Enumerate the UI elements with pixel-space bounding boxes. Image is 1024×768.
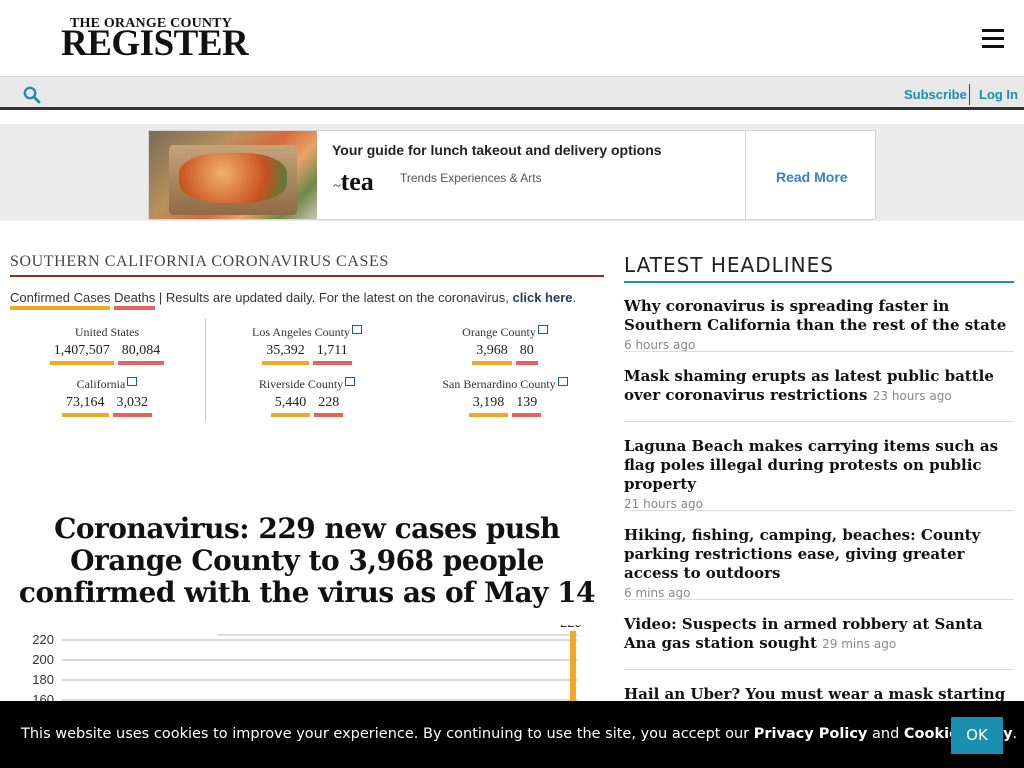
- chart-y-tick: 200: [32, 652, 54, 667]
- tea-logo-mark: ~: [333, 179, 341, 194]
- external-link-icon[interactable]: [352, 325, 362, 334]
- subscribe-link[interactable]: Subscribe: [904, 87, 967, 102]
- stat-united-states: United States 1,407,507 80,084: [7, 325, 207, 365]
- note-text: | Results are updated daily. For the lat…: [158, 290, 509, 305]
- headline-time: 6 mins ago: [624, 586, 691, 600]
- logo-big-text: REGISTER: [61, 23, 249, 64]
- masthead: THE ORANGE COUNTY REGISTER: [0, 0, 1024, 76]
- headline-text[interactable]: Why coronavirus is spreading faster in S…: [624, 297, 1006, 334]
- ad-subtitle: Trends Experiences & Arts: [400, 171, 542, 185]
- deaths-count: 228: [314, 395, 344, 417]
- headline-item[interactable]: Laguna Beach makes carrying items such a…: [624, 437, 1014, 514]
- stat-los-angeles-county: Los Angeles County 35,392 1,711: [207, 325, 407, 365]
- legend-confirmed: Confirmed Cases: [10, 290, 111, 310]
- deaths-count: 1,711: [312, 343, 352, 365]
- latest-headlines-title: LATEST HEADLINES: [624, 253, 834, 277]
- legend-deaths: Deaths: [114, 290, 156, 310]
- headline-text[interactable]: Video: Suspects in armed robbery at Sant…: [624, 615, 983, 652]
- stat-california: California 73,164 3,032: [7, 377, 207, 417]
- headline-item[interactable]: Mask shaming erupts as latest public bat…: [624, 367, 1014, 406]
- headline-separator: [624, 421, 1014, 422]
- corona-widget-note: Confirmed Cases Deaths | Results are upd…: [10, 290, 577, 310]
- stat-san-bernardino-county: San Bernardino County 3,198 139: [405, 377, 605, 417]
- corona-widget-rule: [10, 275, 604, 277]
- cookie-banner: This website uses cookies to improve you…: [0, 701, 1024, 768]
- corona-widget-title: SOUTHERN CALIFORNIA CORONAVIRUS CASES: [10, 253, 389, 270]
- headline-text[interactable]: Hiking, fishing, camping, beaches: Count…: [624, 526, 980, 582]
- confirmed-count: 3,198: [468, 395, 509, 417]
- ad-title[interactable]: Your guide for lunch takeout and deliver…: [332, 142, 662, 158]
- chart-y-tick: 180: [32, 672, 54, 687]
- privacy-policy-link[interactable]: Privacy Policy: [754, 726, 868, 742]
- region-name: San Bernardino County: [442, 377, 556, 391]
- confirmed-count: 1,407,507: [49, 343, 114, 365]
- cookie-message: This website uses cookies to improve you…: [21, 726, 750, 742]
- utility-bar: Subscribe Log In: [0, 76, 1024, 110]
- region-name: Orange County: [462, 325, 536, 339]
- chart-bar: [570, 631, 576, 705]
- cookie-period: .: [1012, 726, 1018, 742]
- region-name: Los Angeles County: [252, 325, 350, 339]
- headline-time: 29 mins ago: [822, 637, 897, 651]
- utility-divider: [969, 84, 970, 105]
- login-link[interactable]: Log In: [979, 87, 1018, 102]
- external-link-icon[interactable]: [537, 325, 548, 334]
- headline-item[interactable]: Why coronavirus is spreading faster in S…: [624, 297, 1014, 355]
- article-headline: Coronavirus: 229 new cases push Orange C…: [18, 512, 596, 609]
- stat-riverside-county: Riverside County 5,440 228: [207, 377, 407, 417]
- headline-item[interactable]: Video: Suspects in armed robbery at Sant…: [624, 615, 1014, 654]
- external-link-icon[interactable]: [557, 377, 568, 386]
- region-name: United States: [74, 325, 140, 339]
- external-link-icon[interactable]: [345, 377, 356, 386]
- headline-text[interactable]: Laguna Beach makes carrying items such a…: [624, 437, 998, 493]
- search-icon[interactable]: [23, 86, 41, 104]
- confirmed-count: 5,440: [270, 395, 311, 417]
- note-period: .: [572, 290, 577, 305]
- headline-time: 6 hours ago: [624, 338, 696, 352]
- tea-logo-text: tea: [340, 167, 374, 196]
- ad-band: Your guide for lunch takeout and deliver…: [0, 124, 1024, 221]
- confirmed-count: 3,968: [472, 343, 512, 365]
- tea-logo: ~tea: [333, 167, 374, 197]
- chart-bar-label: 229: [560, 625, 582, 630]
- stat-orange-county: Orange County 3,968 80: [405, 325, 605, 365]
- cookie-and: and: [872, 726, 900, 742]
- region-name: California: [76, 377, 126, 391]
- cookie-ok-button[interactable]: OK: [951, 717, 1003, 754]
- headline-separator: [624, 510, 1014, 511]
- cases-chart: 160180200220229: [32, 625, 582, 705]
- latest-headlines-rule: [624, 281, 1014, 283]
- confirmed-count: 35,392: [262, 343, 309, 365]
- headline-separator: [624, 669, 1014, 670]
- deaths-count: 139: [512, 395, 542, 417]
- headline-time: 21 hours ago: [624, 497, 703, 511]
- read-more-button[interactable]: Read More: [776, 169, 848, 185]
- chart-y-tick: 220: [32, 632, 54, 647]
- deaths-count: 80: [515, 343, 538, 365]
- confirmed-count: 73,164: [62, 395, 109, 417]
- ad-card[interactable]: Your guide for lunch takeout and deliver…: [148, 130, 876, 220]
- register-logo[interactable]: THE ORANGE COUNTY REGISTER: [61, 17, 249, 64]
- headline-item[interactable]: Hiking, fishing, camping, beaches: Count…: [624, 526, 1014, 603]
- ad-food-image[interactable]: [149, 131, 317, 219]
- hamburger-menu-icon[interactable]: [982, 29, 1004, 48]
- deaths-count: 80,084: [117, 343, 165, 365]
- deaths-count: 3,032: [112, 395, 152, 417]
- ad-divider: [745, 131, 746, 219]
- cookie-text: This website uses cookies to improve you…: [21, 726, 1017, 742]
- region-name: Riverside County: [258, 377, 344, 391]
- external-link-icon[interactable]: [127, 377, 138, 386]
- headline-separator: [624, 599, 1014, 600]
- headline-time: 23 hours ago: [872, 389, 952, 403]
- headline-separator: [624, 351, 1014, 352]
- click-here-link[interactable]: click here: [513, 290, 573, 305]
